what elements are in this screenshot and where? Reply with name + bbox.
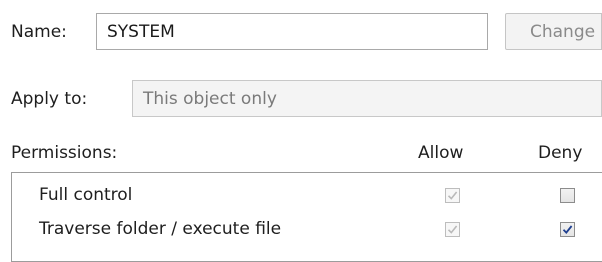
- deny-column-header: Deny: [538, 143, 583, 163]
- name-field[interactable]: SYSTEM: [96, 13, 488, 50]
- allow-checkbox[interactable]: [445, 222, 460, 237]
- check-icon: [447, 191, 458, 200]
- permissions-label: Permissions:: [11, 143, 118, 163]
- check-icon: [447, 225, 458, 234]
- permissions-list[interactable]: Full control Traverse folder / execute f…: [11, 172, 602, 262]
- allow-column-header: Allow: [418, 143, 464, 163]
- name-label: Name:: [11, 22, 67, 42]
- permission-label: Traverse folder / execute file: [39, 219, 282, 239]
- permission-label: Full control: [39, 185, 133, 205]
- deny-checkbox[interactable]: [560, 188, 575, 203]
- deny-checkbox[interactable]: [560, 222, 575, 237]
- apply-to-dropdown[interactable]: This object only: [132, 80, 602, 117]
- permission-row-traverse-folder[interactable]: Traverse folder / execute file: [12, 214, 602, 248]
- check-icon: [562, 225, 573, 234]
- allow-checkbox[interactable]: [445, 188, 460, 203]
- apply-to-label: Apply to:: [11, 89, 88, 109]
- permission-row-full-control[interactable]: Full control: [12, 180, 602, 214]
- change-button[interactable]: Change: [505, 13, 602, 50]
